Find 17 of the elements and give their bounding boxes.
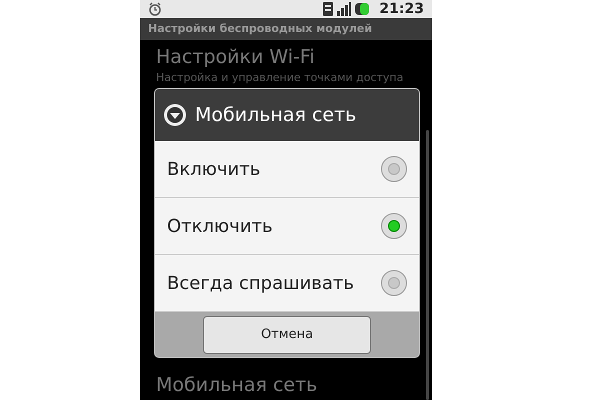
dropdown-icon — [163, 103, 187, 127]
option-label: Включить — [167, 158, 260, 182]
radio-button[interactable] — [381, 270, 407, 296]
alarm-clock-icon — [148, 2, 162, 16]
radio-button[interactable] — [381, 213, 407, 239]
battery-icon — [355, 2, 372, 16]
option-label: Всегда спрашивать — [167, 272, 354, 296]
signal-icon — [337, 2, 352, 16]
setting-summary: Настройка и управление точками доступа — [156, 70, 404, 86]
option-label: Отключить — [167, 214, 273, 238]
screen-title: Настройки беспроводных модулей — [148, 20, 372, 37]
cancel-button[interactable]: Отмена — [203, 316, 371, 354]
clock-time: 21:23 — [379, 0, 424, 18]
setting-title[interactable]: Мобильная сеть — [156, 372, 416, 398]
dialog-title: Мобильная сеть — [195, 102, 356, 128]
setting-title[interactable]: Настройки Wi-Fi — [156, 44, 416, 70]
radio-button[interactable] — [381, 156, 407, 182]
